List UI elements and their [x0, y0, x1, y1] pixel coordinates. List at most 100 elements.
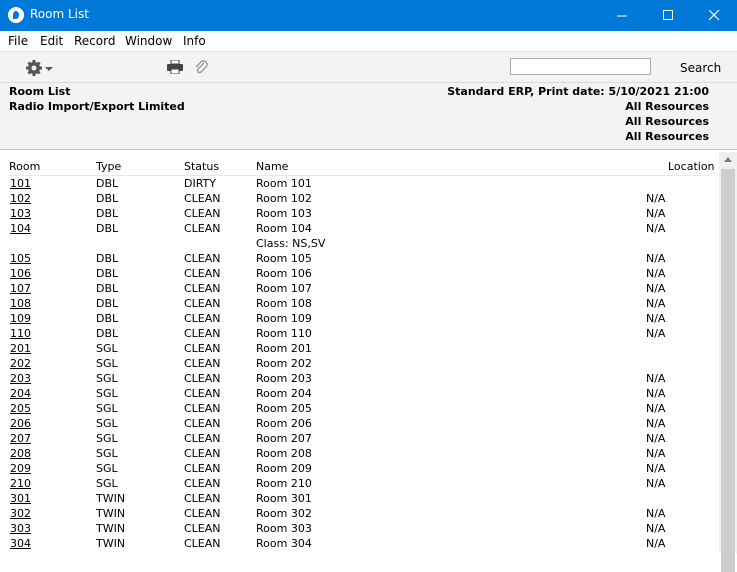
room-type: SGL: [96, 417, 118, 430]
header-divider: [8, 175, 710, 176]
room-location: N/A: [646, 252, 666, 265]
room-name: Room 102: [256, 192, 312, 205]
printer-icon[interactable]: [167, 60, 183, 74]
table-row: 206 SGL CLEAN Room 206 N/A: [0, 417, 719, 432]
room-status: DIRTY: [184, 177, 216, 190]
room-location: N/A: [646, 507, 666, 520]
room-link[interactable]: 208: [10, 447, 31, 460]
minimize-button[interactable]: [599, 0, 645, 31]
room-link[interactable]: 202: [10, 357, 31, 370]
room-location: N/A: [646, 312, 666, 325]
room-link[interactable]: 304: [10, 537, 31, 550]
room-status: CLEAN: [184, 252, 221, 265]
room-name: Room 210: [256, 477, 312, 490]
close-icon: [708, 10, 719, 21]
column-header-room: Room: [9, 160, 41, 173]
title-bar: Room List: [0, 0, 737, 31]
room-link[interactable]: 207: [10, 432, 31, 445]
room-type: SGL: [96, 342, 118, 355]
maximize-button[interactable]: [645, 0, 691, 31]
room-name: Room 103: [256, 207, 312, 220]
room-link[interactable]: 109: [10, 312, 31, 325]
vertical-scrollbar[interactable]: [719, 152, 737, 572]
room-name: Room 104: [256, 222, 312, 235]
room-link[interactable]: 104: [10, 222, 31, 235]
menu-info[interactable]: Info: [183, 34, 206, 48]
room-location: N/A: [646, 222, 666, 235]
room-link[interactable]: 203: [10, 372, 31, 385]
room-type: DBL: [96, 207, 119, 220]
filter-line: All Resources: [625, 130, 709, 143]
room-location: N/A: [646, 267, 666, 280]
table-row: 110 DBL CLEAN Room 110 N/A: [0, 327, 719, 342]
room-link[interactable]: 201: [10, 342, 31, 355]
room-name: Room 302: [256, 507, 312, 520]
maximize-icon: [662, 10, 673, 20]
room-link[interactable]: 101: [10, 177, 31, 190]
paperclip-icon[interactable]: [194, 59, 208, 75]
room-link[interactable]: 102: [10, 192, 31, 205]
room-link[interactable]: 110: [10, 327, 31, 340]
room-link[interactable]: 209: [10, 462, 31, 475]
menu-window[interactable]: Window: [125, 34, 172, 48]
menu-record[interactable]: Record: [74, 34, 115, 48]
table-row: 109 DBL CLEAN Room 109 N/A: [0, 312, 719, 327]
room-name: Room 301: [256, 492, 312, 505]
room-type: DBL: [96, 267, 119, 280]
close-button[interactable]: [691, 0, 737, 31]
room-location: N/A: [646, 297, 666, 310]
room-link[interactable]: 303: [10, 522, 31, 535]
room-location: N/A: [646, 477, 666, 490]
scrollbar-thumb[interactable]: [721, 169, 735, 572]
room-link[interactable]: 108: [10, 297, 31, 310]
room-location: N/A: [646, 387, 666, 400]
room-status: CLEAN: [184, 312, 221, 325]
room-name: Room 203: [256, 372, 312, 385]
room-name: Room 107: [256, 282, 312, 295]
room-name: Room 208: [256, 447, 312, 460]
room-type: TWIN: [96, 507, 126, 520]
table-row: 201 SGL CLEAN Room 201: [0, 342, 719, 357]
room-name: Room 105: [256, 252, 312, 265]
room-location: N/A: [646, 462, 666, 475]
column-header-type: Type: [96, 160, 122, 173]
search-button[interactable]: Search: [680, 61, 721, 75]
room-link[interactable]: 106: [10, 267, 31, 280]
table-row: 202 SGL CLEAN Room 202: [0, 357, 719, 372]
scroll-up-arrow-icon[interactable]: [724, 157, 732, 162]
menu-edit[interactable]: Edit: [40, 34, 63, 48]
search-input[interactable]: [510, 58, 651, 75]
room-link[interactable]: 204: [10, 387, 31, 400]
room-status: CLEAN: [184, 417, 221, 430]
room-name: Room 204: [256, 387, 312, 400]
room-link[interactable]: 302: [10, 507, 31, 520]
room-link[interactable]: 103: [10, 207, 31, 220]
room-link[interactable]: 210: [10, 477, 31, 490]
room-link[interactable]: 105: [10, 252, 31, 265]
table-row: 302 TWIN CLEAN Room 302 N/A: [0, 507, 719, 522]
table-row: 301 TWIN CLEAN Room 301: [0, 492, 719, 507]
report-content: Room Type Status Name Location 101 DBL DIR…: [0, 150, 719, 554]
room-status: CLEAN: [184, 462, 221, 475]
table-row: 104 DBL CLEAN Room 104 N/A: [0, 222, 719, 237]
table-row: Class: NS,SV: [0, 237, 719, 252]
room-link[interactable]: 205: [10, 402, 31, 415]
room-link[interactable]: 107: [10, 282, 31, 295]
column-header-name: Name: [256, 160, 289, 173]
room-type: DBL: [96, 297, 119, 310]
filter-line: All Resources: [625, 115, 709, 128]
window-title: Room List: [30, 7, 89, 21]
room-link[interactable]: 301: [10, 492, 31, 505]
table-row: 108 DBL CLEAN Room 108 N/A: [0, 297, 719, 312]
room-name: Room 110: [256, 327, 312, 340]
room-type: SGL: [96, 477, 118, 490]
room-location: N/A: [646, 522, 666, 535]
menu-file[interactable]: File: [8, 34, 28, 48]
room-link[interactable]: 206: [10, 417, 31, 430]
room-name: Room 108: [256, 297, 312, 310]
room-location: N/A: [646, 327, 666, 340]
room-status: CLEAN: [184, 282, 221, 295]
room-status: CLEAN: [184, 387, 221, 400]
table-row: 203 SGL CLEAN Room 203 N/A: [0, 372, 719, 387]
gear-icon[interactable]: [25, 59, 55, 77]
